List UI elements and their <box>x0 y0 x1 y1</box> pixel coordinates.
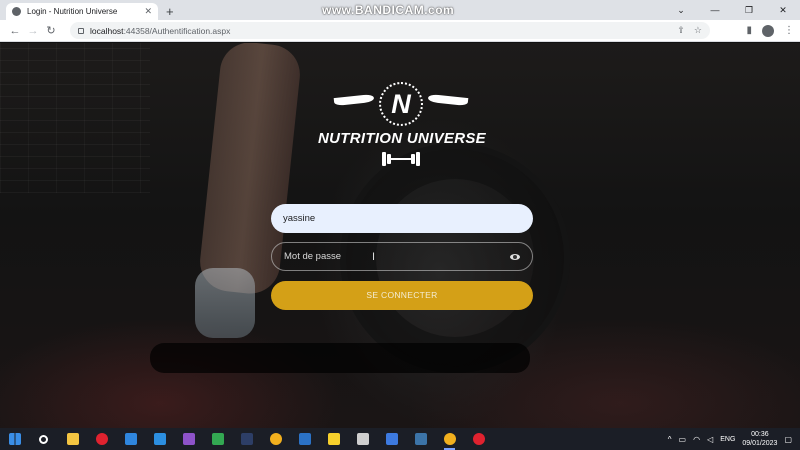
file-explorer-glyph <box>66 433 79 445</box>
store-icon[interactable] <box>348 428 377 450</box>
system-tray: ^ ▭ ◠ ◁ ENG 00:36 09/01/2023 ▢ <box>668 430 800 448</box>
globe-icon <box>12 7 21 16</box>
text-cursor-icon: I <box>372 251 376 263</box>
brand-name: NUTRITION UNIVERSE <box>318 130 486 147</box>
chrome-active-icon[interactable] <box>435 428 464 450</box>
username-value: yassine <box>283 213 316 224</box>
url-path: :44358/Authentification.aspx <box>123 25 231 36</box>
vscode-icon[interactable] <box>145 428 174 450</box>
dumbbell-icon <box>382 152 420 166</box>
logo-emblem: N <box>379 82 423 126</box>
chrome-glyph <box>269 433 282 445</box>
maximize-button[interactable]: ❐ <box>732 0 766 20</box>
windows-start-glyph <box>8 433 21 445</box>
windows-start-icon[interactable] <box>0 428 29 450</box>
windows-taskbar: ^ ▭ ◠ ◁ ENG 00:36 09/01/2023 ▢ <box>0 428 800 450</box>
app-blue-glyph <box>385 433 398 445</box>
chrome-active-glyph <box>443 433 456 445</box>
share-icon[interactable]: ⇪ <box>677 25 685 36</box>
language-indicator[interactable]: ENG <box>720 436 735 443</box>
background-shoe <box>195 268 255 338</box>
volume-icon[interactable]: ◁ <box>707 435 713 444</box>
tab-search-icon[interactable]: ⌄ <box>664 0 698 20</box>
show-password-eye-icon[interactable] <box>510 253 520 260</box>
sticky-notes-glyph <box>327 433 340 445</box>
logo-wing-left <box>333 93 375 107</box>
search-glyph <box>39 434 48 444</box>
word-app-glyph <box>298 433 311 445</box>
password-input[interactable]: Mot de passe <box>271 242 533 271</box>
opera-glyph <box>95 433 108 445</box>
recorder-glyph <box>472 433 485 445</box>
tab-title: Login - Nutrition Universe <box>27 7 118 16</box>
python-icon[interactable] <box>406 428 435 450</box>
close-window-button[interactable]: ✕ <box>766 0 800 20</box>
back-button[interactable]: ← <box>6 25 24 37</box>
site-info-icon[interactable] <box>78 27 84 34</box>
forward-button[interactable]: → <box>24 25 42 37</box>
notifications-icon[interactable]: ▢ <box>784 435 792 444</box>
new-tab-button[interactable]: + <box>166 3 174 20</box>
bookmark-star-icon[interactable]: ☆ <box>694 25 702 36</box>
clock-date: 09/01/2023 <box>742 440 778 447</box>
recorder-icon[interactable] <box>464 428 493 450</box>
browser-tab[interactable]: Login - Nutrition Universe ✕ <box>6 3 158 20</box>
network-icon[interactable]: ◠ <box>693 435 700 444</box>
search-icon[interactable] <box>29 428 58 450</box>
app-dark-icon[interactable] <box>232 428 261 450</box>
url-host: localhost <box>90 25 124 36</box>
login-page: N NUTRITION UNIVERSE yassine Mot de pass… <box>0 43 800 428</box>
vscode-glyph <box>153 433 166 445</box>
side-panel-icon[interactable]: ▮ <box>746 25 752 36</box>
browser-toolbar: ← → ↻ localhost:44358/Authentification.a… <box>0 20 800 42</box>
app-blue-icon[interactable] <box>377 428 406 450</box>
browser-tab-bar: Login - Nutrition Universe ✕ + www.BANDI… <box>0 0 800 20</box>
sticky-notes-icon[interactable] <box>319 428 348 450</box>
username-input[interactable]: yassine <box>271 204 533 233</box>
word-app-icon[interactable] <box>290 428 319 450</box>
background-bike-base <box>150 343 530 373</box>
app-green-glyph <box>211 433 224 445</box>
chrome-icon[interactable] <box>261 428 290 450</box>
mail-glyph <box>124 433 137 445</box>
window-controls: ⌄ — ❐ ✕ <box>664 0 800 20</box>
minimize-button[interactable]: — <box>698 0 732 20</box>
file-explorer-icon[interactable] <box>58 428 87 450</box>
reload-button[interactable]: ↻ <box>42 24 60 37</box>
visual-studio-glyph <box>182 433 195 445</box>
tray-chevron-icon[interactable]: ^ <box>668 435 672 444</box>
profile-avatar-icon[interactable] <box>762 24 774 37</box>
password-placeholder: Mot de passe <box>284 251 342 262</box>
close-tab-icon[interactable]: ✕ <box>144 6 152 17</box>
mail-icon[interactable] <box>116 428 145 450</box>
app-dark-glyph <box>240 433 253 445</box>
clock[interactable]: 00:36 09/01/2023 <box>742 430 777 448</box>
menu-kebab-icon[interactable]: ⋮ <box>784 25 794 36</box>
visual-studio-icon[interactable] <box>174 428 203 450</box>
store-glyph <box>356 433 369 445</box>
taskbar-apps <box>0 428 493 450</box>
battery-icon[interactable]: ▭ <box>679 435 687 444</box>
python-glyph <box>414 433 427 445</box>
url-text[interactable]: localhost:44358/Authentification.aspx <box>90 26 671 36</box>
clock-time: 00:36 <box>751 431 769 438</box>
opera-icon[interactable] <box>87 428 116 450</box>
logo-wing-right <box>427 93 469 107</box>
address-bar[interactable]: localhost:44358/Authentification.aspx ⇪ … <box>70 22 710 39</box>
bandicam-watermark: www.BANDICAM.com <box>322 3 455 17</box>
background-brick-wall <box>0 43 150 193</box>
app-green-icon[interactable] <box>203 428 232 450</box>
login-button[interactable]: SE CONNECTER <box>271 281 533 310</box>
